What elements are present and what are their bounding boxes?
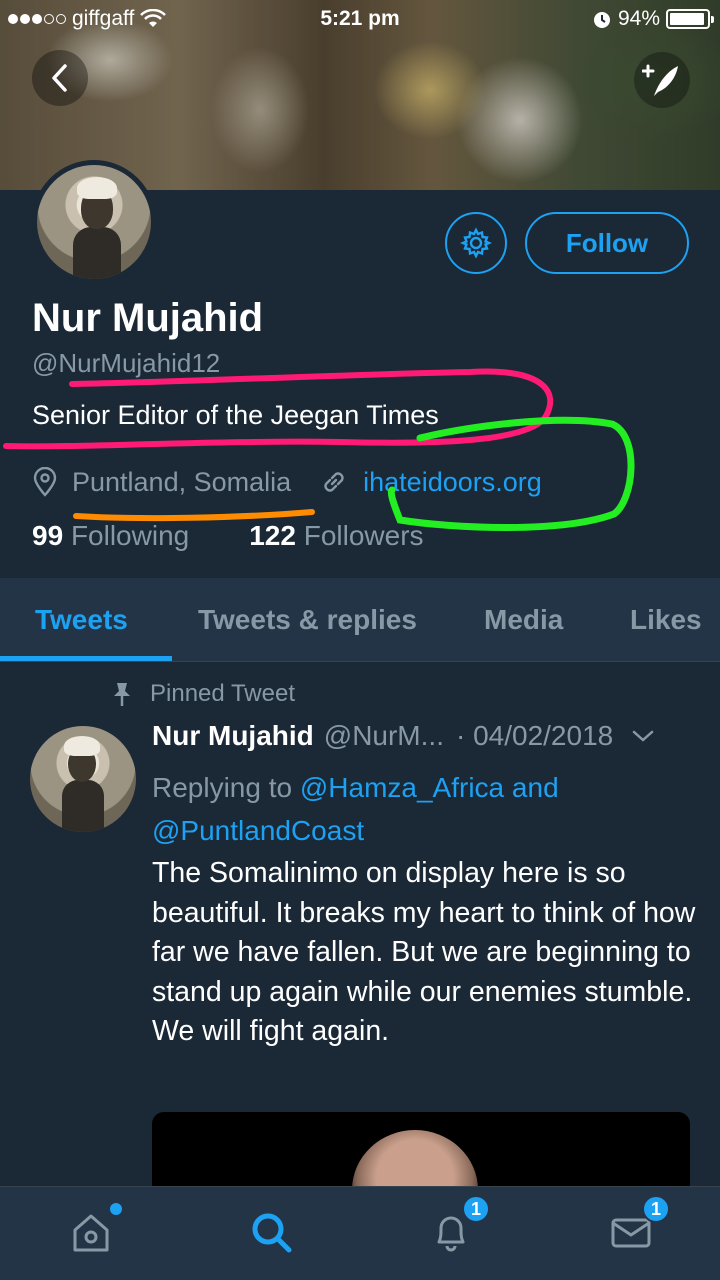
tweet-author-handle[interactable]: @NurM...	[324, 720, 444, 752]
bottom-navigation: 1 1	[0, 1186, 720, 1280]
reply-mention-link[interactable]: @PuntlandCoast	[152, 815, 364, 846]
battery-percent: 94%	[617, 7, 660, 30]
tab-tweets-replies[interactable]: Tweets & replies	[198, 578, 417, 662]
nav-messages[interactable]: 1	[606, 1195, 670, 1257]
home-icon	[73, 1214, 109, 1252]
pin-icon	[114, 683, 130, 706]
alarm-clock-icon	[593, 12, 610, 28]
replying-to: Replying to @Hamza_Africa and @PuntlandC…	[152, 772, 559, 846]
tweet-author-name[interactable]: Nur Mujahid	[152, 720, 314, 752]
tweet-author-avatar[interactable]	[30, 726, 136, 832]
tab-tweets[interactable]: Tweets	[35, 578, 128, 662]
tweet-header: Nur Mujahid @NurM... · 04/02/2018	[152, 720, 692, 752]
profile-location: Puntland, Somalia	[32, 467, 291, 498]
nav-home[interactable]	[66, 1203, 122, 1257]
chevron-down-icon[interactable]	[631, 728, 655, 744]
back-button[interactable]	[32, 50, 88, 106]
tweet-date: · 04/02/2018	[455, 720, 614, 751]
profile-bio: Senior Editor of the Jeegan Times	[32, 400, 439, 430]
gear-icon	[460, 227, 492, 259]
status-bar: giffgaff 5:21 pm 94%	[0, 0, 720, 40]
reply-mention-link[interactable]: @Hamza_Africa	[300, 772, 504, 803]
chevron-left-icon	[52, 64, 67, 92]
compose-tweet-button[interactable]	[634, 52, 690, 108]
profile-website[interactable]: ihateidoors.org	[319, 467, 542, 498]
active-tab-indicator	[0, 656, 172, 661]
followers-count[interactable]: 122 Followers	[249, 520, 423, 552]
notifications-badge: 1	[462, 1195, 490, 1223]
profile-avatar[interactable]	[32, 160, 156, 284]
follow-button[interactable]: Follow	[525, 212, 689, 274]
website-link[interactable]: ihateidoors.org	[363, 467, 542, 498]
following-count[interactable]: 99 Following	[32, 520, 189, 552]
new-content-dot	[110, 1203, 122, 1215]
orange-underline-annotation	[73, 509, 315, 522]
tab-media[interactable]: Media	[484, 578, 563, 662]
profile-name: Nur Mujahid	[32, 296, 264, 340]
link-icon	[324, 472, 344, 492]
nav-notifications[interactable]: 1	[426, 1195, 490, 1257]
compose-quill-icon	[642, 64, 678, 96]
follow-counts: 99 Following 122 Followers	[32, 520, 424, 552]
tab-likes[interactable]: Likes	[630, 578, 702, 662]
search-icon	[252, 1213, 292, 1253]
status-bar-right: 94%	[592, 7, 714, 31]
reply-and-link[interactable]: and	[512, 772, 559, 803]
battery-icon	[666, 9, 714, 29]
tweet-text: The Somalinimo on display here is so bea…	[152, 857, 696, 1047]
pinned-tweet-label: Pinned Tweet	[112, 680, 295, 708]
profile-tabs: Tweets Tweets & replies Media Likes	[0, 578, 720, 662]
profile-meta: Puntland, Somalia ihateidoors.org	[32, 462, 542, 502]
nav-search[interactable]	[246, 1207, 296, 1257]
location-text: Puntland, Somalia	[72, 466, 292, 497]
profile-settings-button[interactable]	[445, 212, 507, 274]
profile-handle: @NurMujahid12	[32, 348, 221, 378]
tweet-media-image[interactable]	[152, 1112, 690, 1192]
messages-badge: 1	[642, 1195, 670, 1223]
location-pin-icon	[33, 467, 57, 497]
